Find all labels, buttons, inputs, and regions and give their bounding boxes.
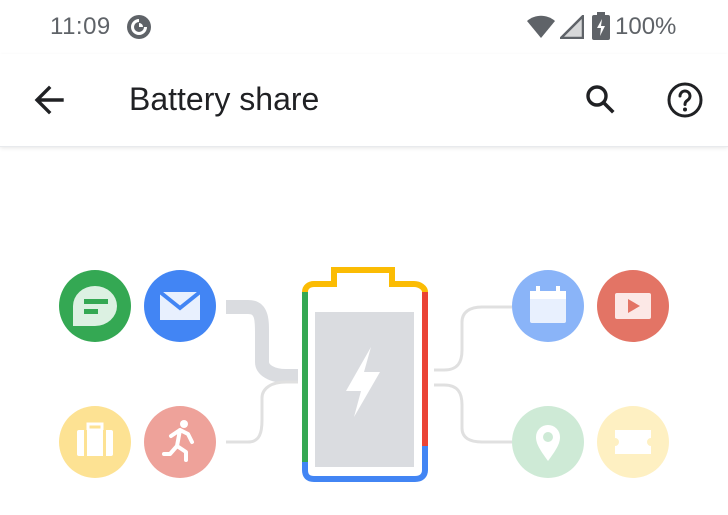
calendar-icon [512, 270, 584, 342]
pocket-casts-icon [127, 15, 151, 39]
connector-top-right [434, 305, 512, 372]
search-button[interactable] [576, 76, 624, 124]
email-icon [144, 270, 216, 342]
wifi-icon [527, 15, 555, 38]
messages-icon [59, 270, 131, 342]
screen: 11:09 100% Battery share [0, 0, 728, 515]
battery-outline-yellow [302, 267, 428, 293]
cell-signal-icon [560, 15, 584, 39]
connector-thick-left [226, 300, 298, 383]
battery-charging-icon [592, 12, 610, 40]
status-time: 11:09 [50, 13, 111, 40]
search-icon [586, 85, 615, 114]
app-bar: Battery share [0, 54, 728, 146]
video-icon [597, 270, 669, 342]
running-icon [144, 406, 216, 478]
help-icon [667, 82, 703, 118]
status-bar: 11:09 100% [0, 0, 728, 54]
battery-percentage: 100% [615, 13, 677, 40]
help-button[interactable] [661, 76, 709, 124]
illustration-svg [59, 267, 669, 482]
battery-share-illustration [0, 150, 728, 515]
connector-bottom-right [434, 383, 512, 444]
briefcase-icon [59, 406, 131, 478]
page-title: Battery share [129, 81, 320, 117]
maps-pin-icon [512, 406, 584, 478]
ticket-icon [597, 406, 669, 478]
back-arrow-icon [34, 85, 64, 115]
back-button[interactable] [24, 76, 76, 124]
app-bar-divider [0, 146, 728, 147]
battery-graphic [302, 267, 428, 482]
connector-thin-left [226, 380, 298, 444]
